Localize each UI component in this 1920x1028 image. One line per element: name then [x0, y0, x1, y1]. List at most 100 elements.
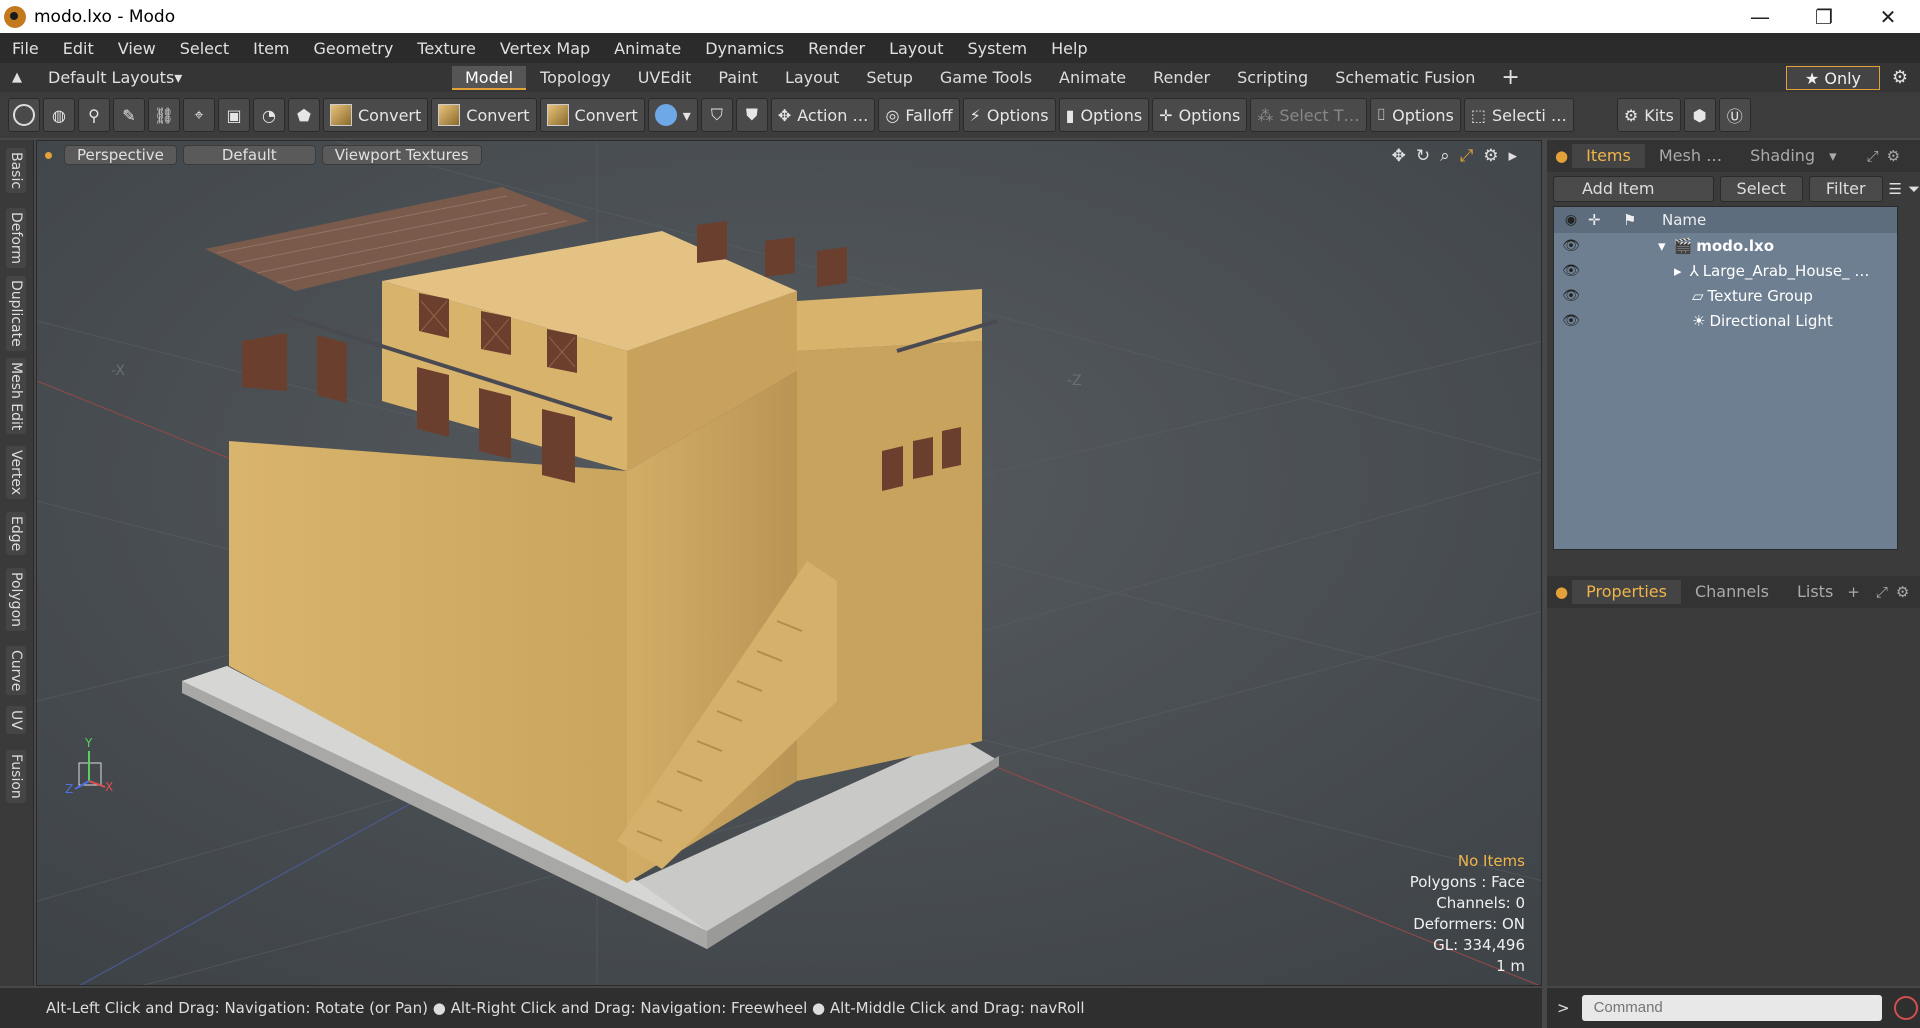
menu-view[interactable]: View: [106, 39, 168, 58]
solid-mode-button[interactable]: ⬟: [288, 98, 320, 132]
tree-row-texture-group[interactable]: 👁 ▱ Texture Group: [1554, 283, 1897, 308]
collapse-arrow-icon[interactable]: ▲: [12, 70, 22, 85]
add-item-button[interactable]: Add Item ▾: [1553, 176, 1714, 222]
pan-icon[interactable]: ✥: [1392, 146, 1406, 166]
only-toggle[interactable]: ★ Only: [1785, 65, 1880, 90]
side-tab-vertex[interactable]: Vertex: [6, 446, 26, 500]
materials-mode-button[interactable]: ⛓: [148, 98, 180, 132]
menu-system[interactable]: System: [955, 39, 1039, 58]
filter-button[interactable]: Filter: [1808, 176, 1883, 202]
viewport-textures-dropdown[interactable]: Viewport Textures: [321, 145, 482, 165]
gear-icon[interactable]: ⚙: [1896, 583, 1909, 601]
side-tab-polygon[interactable]: Polygon: [6, 568, 26, 632]
visibility-column-icon[interactable]: ◉: [1554, 212, 1588, 228]
side-tab-mesh-edit[interactable]: Mesh Edit: [6, 358, 26, 435]
tab-animate[interactable]: Animate: [1046, 66, 1139, 90]
pivot-mode-button[interactable]: ⌖: [183, 98, 215, 132]
menu-dynamics[interactable]: Dynamics: [693, 39, 796, 58]
side-tab-duplicate[interactable]: Duplicate: [6, 276, 26, 351]
selection-button[interactable]: ⬚ Selecti …: [1463, 98, 1574, 132]
eye-icon[interactable]: 👁: [1554, 263, 1588, 279]
tab-schematic-fusion[interactable]: Schematic Fusion: [1322, 66, 1488, 90]
side-tab-deform[interactable]: Deform: [6, 208, 26, 269]
menu-layout[interactable]: Layout: [877, 39, 955, 58]
tab-model[interactable]: Model: [452, 65, 527, 90]
chevron-down-icon[interactable]: ▾: [1829, 147, 1837, 165]
menu-vertex-map[interactable]: Vertex Map: [488, 39, 602, 58]
options-button-4[interactable]: ⌷ Options: [1369, 98, 1461, 132]
panel-dot-icon[interactable]: ●: [1555, 583, 1568, 601]
tab-topology[interactable]: Topology: [527, 66, 624, 90]
eye-icon[interactable]: 👁: [1554, 313, 1588, 329]
convert-button-3[interactable]: Convert: [539, 98, 645, 132]
3d-viewport[interactable]: Y X Z -X -Z Perspective Default Viewport…: [36, 140, 1542, 986]
tab-channels[interactable]: Channels: [1681, 580, 1783, 604]
shading-style-dropdown[interactable]: Default: [182, 145, 316, 165]
convert-button-1[interactable]: Convert: [323, 98, 429, 132]
tab-uvedit[interactable]: UVEdit: [625, 66, 705, 90]
polygons-mode-button[interactable]: ⚲: [78, 98, 110, 132]
maximize-button[interactable]: ❐: [1792, 0, 1856, 33]
tab-render[interactable]: Render: [1140, 66, 1223, 90]
tree-row-scene[interactable]: 👁 ▾ 🎬 modo.lxo: [1554, 233, 1897, 258]
items-mode-button[interactable]: ✎: [113, 98, 145, 132]
tab-shading[interactable]: Shading: [1736, 144, 1829, 168]
zoom-icon[interactable]: ⌕: [1440, 146, 1450, 166]
layouts-dropdown[interactable]: ▲ Default Layouts ▾: [12, 68, 452, 87]
expand-triangle-icon[interactable]: ▸: [1674, 262, 1682, 280]
falloff-button[interactable]: ◎ Falloff: [878, 98, 960, 132]
menu-edit[interactable]: Edit: [51, 39, 106, 58]
tab-game-tools[interactable]: Game Tools: [927, 66, 1045, 90]
eye-icon[interactable]: 👁: [1554, 288, 1588, 304]
menu-help[interactable]: Help: [1039, 39, 1099, 58]
expand-icon[interactable]: ⤢: [1867, 147, 1879, 165]
tab-mesh[interactable]: Mesh …: [1645, 144, 1736, 168]
viewport-scene[interactable]: Y X Z: [37, 141, 1542, 986]
close-button[interactable]: ✕: [1856, 0, 1920, 33]
vertices-mode-button[interactable]: [8, 98, 40, 132]
select-button[interactable]: Select: [1719, 176, 1803, 202]
tab-properties[interactable]: Properties: [1572, 580, 1681, 604]
options-button-3[interactable]: ✛ Options: [1152, 98, 1248, 132]
options-button-2[interactable]: ▮ Options: [1058, 98, 1150, 132]
tab-lists[interactable]: Lists: [1783, 580, 1847, 604]
rotate-icon[interactable]: ↻: [1416, 146, 1430, 166]
menu-file[interactable]: File: [0, 39, 51, 58]
play-arrow-icon[interactable]: ▸: [1508, 146, 1517, 166]
side-tab-basic[interactable]: Basic: [6, 148, 26, 194]
record-icon[interactable]: [1893, 996, 1918, 1020]
tab-setup[interactable]: Setup: [853, 66, 926, 90]
unreal-button[interactable]: Ⓤ: [1718, 98, 1751, 132]
options-button-1[interactable]: ⚡ Options: [962, 98, 1056, 132]
side-tab-fusion[interactable]: Fusion: [6, 750, 26, 803]
tab-scripting[interactable]: Scripting: [1224, 66, 1321, 90]
gear-icon[interactable]: ⚙: [1887, 147, 1900, 165]
center-mode-button[interactable]: ▣: [218, 98, 250, 132]
tree-row-light[interactable]: 👁 ☀ Directional Light: [1554, 308, 1897, 333]
kits-button[interactable]: ⚙ Kits: [1616, 98, 1681, 132]
tab-paint[interactable]: Paint: [705, 66, 771, 90]
viewport-dot-icon[interactable]: [45, 151, 52, 159]
add-tab-icon[interactable]: +: [1501, 65, 1519, 90]
lock-column-icon[interactable]: ✛: [1588, 211, 1623, 229]
menu-animate[interactable]: Animate: [602, 39, 693, 58]
menu-select[interactable]: Select: [168, 39, 241, 58]
minimize-button[interactable]: —: [1728, 0, 1792, 33]
funnel-icon[interactable]: ⏷: [1908, 180, 1920, 198]
workplane-button[interactable]: ⛊: [735, 98, 768, 132]
side-tab-edge[interactable]: Edge: [6, 512, 26, 556]
expand-icon[interactable]: ⤢: [1876, 583, 1888, 601]
menu-render[interactable]: Render: [796, 39, 877, 58]
symmetry-button[interactable]: ◔: [253, 98, 285, 132]
side-tab-uv[interactable]: UV: [6, 706, 26, 734]
type-column-icon[interactable]: ⚑: [1623, 211, 1658, 229]
unity-button[interactable]: ⬢: [1683, 98, 1716, 132]
panel-dot-icon[interactable]: ●: [1555, 147, 1568, 165]
menu-item[interactable]: Item: [241, 39, 301, 58]
edges-mode-button[interactable]: ◍: [43, 98, 75, 132]
gear-icon[interactable]: ⚙: [1880, 67, 1920, 88]
tab-items[interactable]: Items: [1572, 144, 1645, 168]
convert-button-2[interactable]: Convert: [431, 98, 537, 132]
gear-icon[interactable]: ⚙: [1483, 146, 1498, 166]
perspective-view-dropdown[interactable]: Perspective: [64, 145, 177, 165]
